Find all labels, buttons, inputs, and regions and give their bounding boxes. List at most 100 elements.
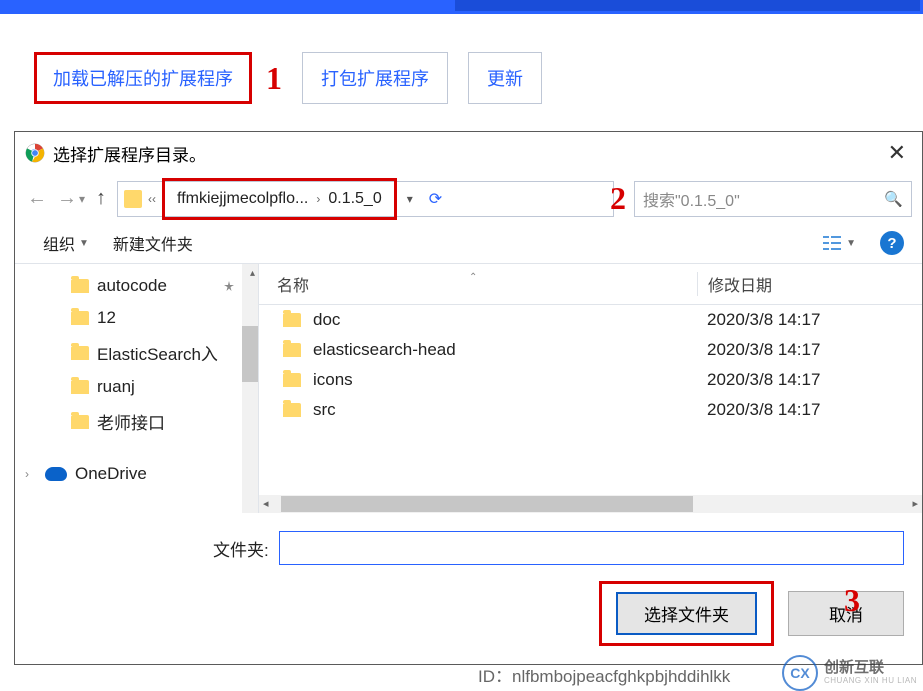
breadcrumb-seg-2[interactable]: 0.1.5_0 <box>322 188 387 210</box>
folder-icon <box>283 313 301 327</box>
dialog-toolbar: 组织 ▼ 新建文件夹 ▼ ? <box>15 223 922 263</box>
file-name: src <box>313 400 336 420</box>
breadcrumb-sep[interactable]: › <box>314 192 322 206</box>
chrome-topbar-tool <box>455 0 920 11</box>
watermark-cn: 创新互联 <box>824 660 917 677</box>
tree-item-onedrive[interactable]: › OneDrive <box>15 458 258 490</box>
extension-id-text: ID：nlfbmbojpeacfghkpbjhddihlkk <box>478 662 730 687</box>
tree-item-this-pc[interactable]: › 此电脑 <box>15 504 258 513</box>
chrome-icon <box>25 143 45 163</box>
select-folder-button[interactable]: 选择文件夹 <box>616 592 757 635</box>
file-date: 2020/3/8 14:17 <box>697 400 922 420</box>
tree-item-label: 12 <box>97 308 116 328</box>
breadcrumb-seg-1[interactable]: ffmkiejjmecolpflo... <box>171 188 314 210</box>
folder-icon <box>283 373 301 387</box>
organize-menu[interactable]: 组织 ▼ <box>43 231 89 255</box>
search-icon[interactable]: 🔍 <box>884 190 903 208</box>
file-list-header: 名称 ⌃ 修改日期 <box>259 264 922 305</box>
file-row-eshead[interactable]: elasticsearch-head 2020/3/8 14:17 <box>259 335 922 365</box>
new-folder-button[interactable]: 新建文件夹 <box>113 231 193 255</box>
file-row-icons[interactable]: icons 2020/3/8 14:17 <box>259 365 922 395</box>
file-name: doc <box>313 310 340 330</box>
column-date-header[interactable]: 修改日期 <box>697 272 922 296</box>
folder-name-input[interactable] <box>279 531 904 565</box>
scroll-left-icon[interactable]: ◂ <box>263 497 269 510</box>
breadcrumb-chevron[interactable]: ‹‹ <box>146 192 158 206</box>
file-date: 2020/3/8 14:17 <box>697 310 922 330</box>
folder-label: 文件夹: <box>213 536 269 561</box>
horizontal-scrollbar[interactable]: ◂ ▸ <box>259 495 922 513</box>
dialog-titlebar: 选择扩展程序目录。 ✕ <box>15 132 922 174</box>
folder-tree: autocode 12 ElasticSearch入 ruanj 老师接口 <box>15 264 258 513</box>
horizontal-scroll-thumb[interactable] <box>281 496 693 512</box>
tree-item-label: 此电脑 <box>73 510 124 513</box>
watermark-logo-icon: CX <box>782 655 818 691</box>
folder-tree-pane: autocode 12 ElasticSearch入 ruanj 老师接口 <box>15 264 258 513</box>
dialog-footer: 文件夹: 选择文件夹 取消 3 <box>15 513 922 664</box>
dialog-action-row: 选择文件夹 取消 3 <box>33 581 904 646</box>
tree-item-12[interactable]: 12 <box>15 302 258 334</box>
extensions-button-row: 加载已解压的扩展程序 1 打包扩展程序 更新 <box>0 14 923 104</box>
search-placeholder: 搜索"0.1.5_0" <box>643 187 884 211</box>
folder-path-icon <box>124 190 142 208</box>
folder-icon <box>283 403 301 417</box>
close-icon[interactable]: ✕ <box>882 140 912 166</box>
load-unpacked-button[interactable]: 加载已解压的扩展程序 <box>34 52 252 104</box>
tree-item-label: ruanj <box>97 377 135 397</box>
navigation-row: ← → ▾ ↑ ‹‹ ffmkiejjmecolpflo... › 0.1.5_… <box>15 174 922 223</box>
folder-picker-dialog: 选择扩展程序目录。 ✕ ← → ▾ ↑ ‹‹ ffmkiejjmecolpflo… <box>14 131 923 665</box>
breadcrumb-path[interactable]: ‹‹ ffmkiejjmecolpflo... › 0.1.5_0 ▾ ⟳ <box>117 181 614 217</box>
file-row-doc[interactable]: doc 2020/3/8 14:17 <box>259 305 922 335</box>
annotation-3-box: 选择文件夹 <box>599 581 774 646</box>
pack-extension-button[interactable]: 打包扩展程序 <box>302 52 448 104</box>
folder-icon <box>283 343 301 357</box>
annotation-3: 3 <box>844 582 860 619</box>
chevron-right-icon[interactable]: › <box>25 467 29 481</box>
folder-icon <box>71 380 89 394</box>
tree-scrollbar[interactable]: ▴ <box>242 264 258 513</box>
tree-item-label: OneDrive <box>75 464 147 484</box>
tree-item-elasticsearch[interactable]: ElasticSearch入 <box>15 334 258 371</box>
search-input[interactable]: 搜索"0.1.5_0" 🔍 <box>634 181 912 217</box>
tree-item-teacher[interactable]: 老师接口 <box>15 403 258 440</box>
scroll-right-icon[interactable]: ▸ <box>912 497 918 510</box>
dropdown-icon: ▼ <box>79 238 89 249</box>
file-name: elasticsearch-head <box>313 340 456 360</box>
refresh-icon[interactable]: ⟳ <box>423 189 448 209</box>
file-date: 2020/3/8 14:17 <box>697 340 922 360</box>
column-name-header[interactable]: 名称 ⌃ <box>259 272 697 296</box>
tree-scroll-thumb[interactable] <box>242 326 258 382</box>
file-name: icons <box>313 370 353 390</box>
tree-item-label: ElasticSearch入 <box>97 340 218 365</box>
watermark-en: CHUANG XIN HU LIAN <box>824 677 917 686</box>
nav-up-icon[interactable]: ↑ <box>91 187 111 210</box>
cloud-icon <box>45 467 67 481</box>
annotation-1: 1 <box>266 60 282 97</box>
breadcrumb-dropdown-icon[interactable]: ▾ <box>401 192 419 206</box>
tree-item-ruanj[interactable]: ruanj <box>15 371 258 403</box>
update-button[interactable]: 更新 <box>468 52 542 104</box>
dropdown-icon: ▼ <box>846 238 856 249</box>
nav-history-dropdown[interactable]: ▾ <box>79 192 85 206</box>
folder-icon <box>71 415 89 429</box>
folder-icon <box>71 311 89 325</box>
view-mode-button[interactable]: ▼ <box>821 234 856 252</box>
file-row-src[interactable]: src 2020/3/8 14:17 <box>259 395 922 425</box>
nav-forward-icon[interactable]: → <box>55 187 79 210</box>
file-list-pane: 名称 ⌃ 修改日期 doc 2020/3/8 14:17 elasticsear… <box>258 264 922 513</box>
file-date: 2020/3/8 14:17 <box>697 370 922 390</box>
tree-item-label: 老师接口 <box>97 409 165 434</box>
tree-item-autocode[interactable]: autocode <box>15 270 258 302</box>
folder-input-row: 文件夹: <box>33 531 904 581</box>
folder-icon <box>71 279 89 293</box>
nav-back-icon[interactable]: ← <box>25 187 49 210</box>
help-icon[interactable]: ? <box>880 231 904 255</box>
dialog-title: 选择扩展程序目录。 <box>53 141 882 166</box>
dialog-main-area: autocode 12 ElasticSearch入 ruanj 老师接口 <box>15 263 922 513</box>
sort-indicator-icon: ⌃ <box>469 272 477 283</box>
folder-icon <box>71 346 89 360</box>
annotation-2: 2 <box>610 180 626 217</box>
annotation-2-box: ffmkiejjmecolpflo... › 0.1.5_0 <box>162 178 397 220</box>
tree-item-label: autocode <box>97 276 167 296</box>
scroll-up-icon[interactable]: ▴ <box>250 268 255 279</box>
